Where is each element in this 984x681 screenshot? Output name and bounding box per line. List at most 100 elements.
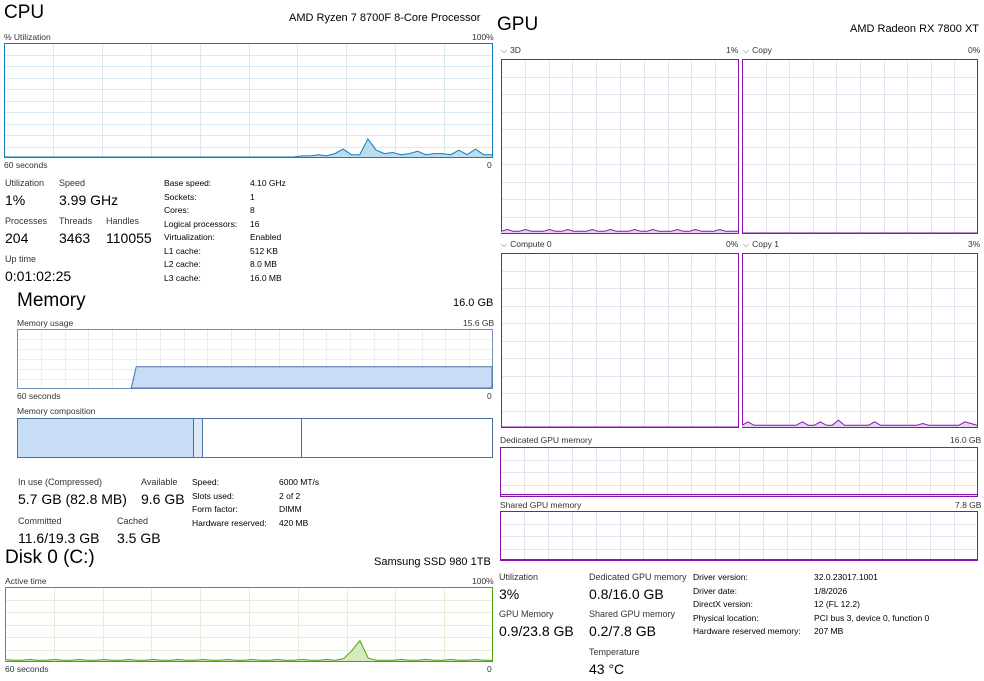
- cpu-processes-value: 204: [5, 230, 29, 246]
- spec-label: Physical location:: [693, 612, 759, 623]
- memory-cached-label: Cached: [117, 516, 149, 526]
- memory-available-label: Available: [141, 477, 178, 487]
- cpu-handles-value: 110055: [106, 230, 152, 246]
- gpu-engine-copy-title[interactable]: ⌵ Copy: [743, 45, 772, 56]
- cpu-processes-label: Processes: [5, 216, 48, 226]
- gpu-engine-line: [501, 228, 738, 232]
- spec-label: DirectX version:: [693, 599, 753, 609]
- memory-committed-value: 11.6/19.3 GB: [18, 530, 100, 546]
- spec-value: 6000 MT/s: [279, 477, 320, 487]
- spec-value: 512 KB: [250, 245, 278, 256]
- disk-time-end: 0: [487, 664, 492, 674]
- cpu-uptime-label: Up time: [5, 254, 37, 264]
- memory-time-label: 60 seconds: [17, 391, 61, 401]
- spec-label: L3 cache:: [164, 272, 201, 283]
- spec-value: 8.0 MB: [250, 259, 277, 269]
- spec-label: Logical processors:: [164, 218, 238, 229]
- memory-usage-max: 15.6 GB: [463, 318, 495, 328]
- disk-axis-max: 100%: [472, 576, 494, 586]
- gpu-dedicated-stat-label: Dedicated GPU memory: [589, 572, 687, 582]
- gpu-engine-compute0-title[interactable]: ⌵ Compute 0: [501, 239, 552, 250]
- gpu-dedicated-stat-value: 0.8/16.0 GB: [589, 586, 664, 602]
- disk-title: Disk 0 (C:): [5, 547, 95, 568]
- gpu-shared-max: 7.8 GB: [955, 500, 982, 510]
- gpu-memory-label: GPU Memory: [499, 609, 554, 619]
- cpu-utilization-value: 1%: [5, 192, 26, 208]
- chevron-down-icon: ⌵: [501, 46, 508, 55]
- gpu-temperature-value: 43 °C: [589, 661, 625, 677]
- composition-inuse: [18, 419, 193, 457]
- spec-value: 1: [250, 191, 255, 202]
- gpu-shared-stat-value: 0.2/7.8 GB: [589, 623, 656, 639]
- cpu-time-end: 0: [487, 160, 492, 170]
- cpu-utilization-label: Utilization: [5, 178, 45, 188]
- memory-committed-label: Committed: [18, 516, 62, 526]
- disk-time-label: 60 seconds: [5, 664, 49, 674]
- spec-value: 4.10 GHz: [250, 178, 286, 188]
- gpu-engine-name: Copy: [752, 45, 772, 55]
- gpu-temperature-label: Temperature: [589, 647, 640, 657]
- spec-value: 16: [250, 218, 260, 229]
- gpu-engine-3d-title[interactable]: ⌵ 3D: [501, 45, 521, 56]
- cpu-axis-label: % Utilization: [4, 32, 51, 42]
- gpu-shared-memory-graph: [500, 511, 978, 561]
- spec-value: 420 MB: [279, 517, 309, 528]
- gpu-engine-name: Compute 0: [510, 239, 552, 249]
- cpu-handles-label: Handles: [106, 216, 140, 226]
- spec-value: 12 (FL 12.2): [814, 599, 860, 609]
- memory-available-value: 9.6 GB: [141, 491, 185, 507]
- gpu-dedicated-memory-graph: [500, 447, 978, 497]
- memory-title: Memory: [17, 290, 86, 311]
- gpu-utilization-value: 3%: [499, 586, 520, 602]
- gpu-engine-graph: [742, 253, 978, 428]
- disk-activity-graph: [5, 587, 493, 662]
- cpu-utilization-graph: [4, 43, 493, 158]
- spec-value: PCI bus 3, device 0, function 0: [814, 612, 930, 623]
- gpu-shared-label: Shared GPU memory: [500, 500, 582, 510]
- gpu-engine-graph: [501, 253, 739, 428]
- cpu-model: AMD Ryzen 7 8700F 8-Core Processor: [289, 12, 481, 24]
- spec-label: Cores:: [164, 205, 190, 215]
- cpu-threads-value: 3463: [59, 230, 91, 246]
- spec-value: Enabled: [250, 232, 282, 242]
- spec-label: Driver version:: [693, 572, 748, 582]
- gpu-dedicated-max: 16.0 GB: [950, 435, 982, 445]
- memory-usage-area: [130, 366, 493, 389]
- cpu-title: CPU: [4, 2, 45, 23]
- disk-axis-label: Active time: [5, 576, 47, 586]
- gpu-engine-3d-value: 1%: [726, 45, 739, 55]
- gpu-engine-compute0-value: 0%: [726, 239, 739, 249]
- cpu-threads-label: Threads: [59, 216, 93, 226]
- spec-label: Slots used:: [192, 490, 235, 501]
- spec-label: Driver date:: [693, 585, 737, 596]
- memory-usage-label: Memory usage: [17, 318, 74, 328]
- gpu-utilization-label: Utilization: [499, 572, 539, 582]
- spec-label: L2 cache:: [164, 259, 201, 269]
- spec-label: L1 cache:: [164, 245, 201, 256]
- spec-label: Speed:: [192, 477, 219, 487]
- gpu-engine-copy-value: 0%: [968, 45, 981, 55]
- composition-modified: [194, 419, 202, 457]
- spec-label: Hardware reserved memory:: [693, 626, 801, 636]
- gpu-title: GPU: [497, 14, 539, 35]
- gpu-engine-name: Copy 1: [752, 239, 780, 249]
- gpu-engine-graph: [742, 59, 978, 234]
- spec-label: Hardware reserved:: [192, 517, 267, 528]
- gpu-engine-area: [742, 420, 977, 427]
- gpu-engine-name: 3D: [510, 45, 521, 55]
- chevron-down-icon: ⌵: [743, 46, 750, 55]
- memory-usage-graph: [17, 329, 493, 389]
- memory-inuse-value: 5.7 GB (82.8 MB): [18, 491, 127, 507]
- memory-inuse-label: In use (Compressed): [18, 477, 103, 487]
- memory-time-end: 0: [487, 391, 492, 401]
- spec-value: 16.0 MB: [250, 272, 282, 283]
- cpu-speed-label: Speed: [59, 178, 86, 188]
- gpu-engine-copy1-value: 3%: [968, 239, 981, 249]
- memory-composition-bar: [17, 418, 493, 458]
- cpu-time-label: 60 seconds: [4, 160, 48, 170]
- disk-model: Samsung SSD 980 1TB: [374, 556, 491, 568]
- gpu-engine-copy1-title[interactable]: ⌵ Copy 1: [743, 239, 779, 250]
- gpu-dedicated-label: Dedicated GPU memory: [500, 435, 593, 445]
- gpu-shared-stat-label: Shared GPU memory: [589, 609, 676, 619]
- spec-label: Virtualization:: [164, 232, 215, 242]
